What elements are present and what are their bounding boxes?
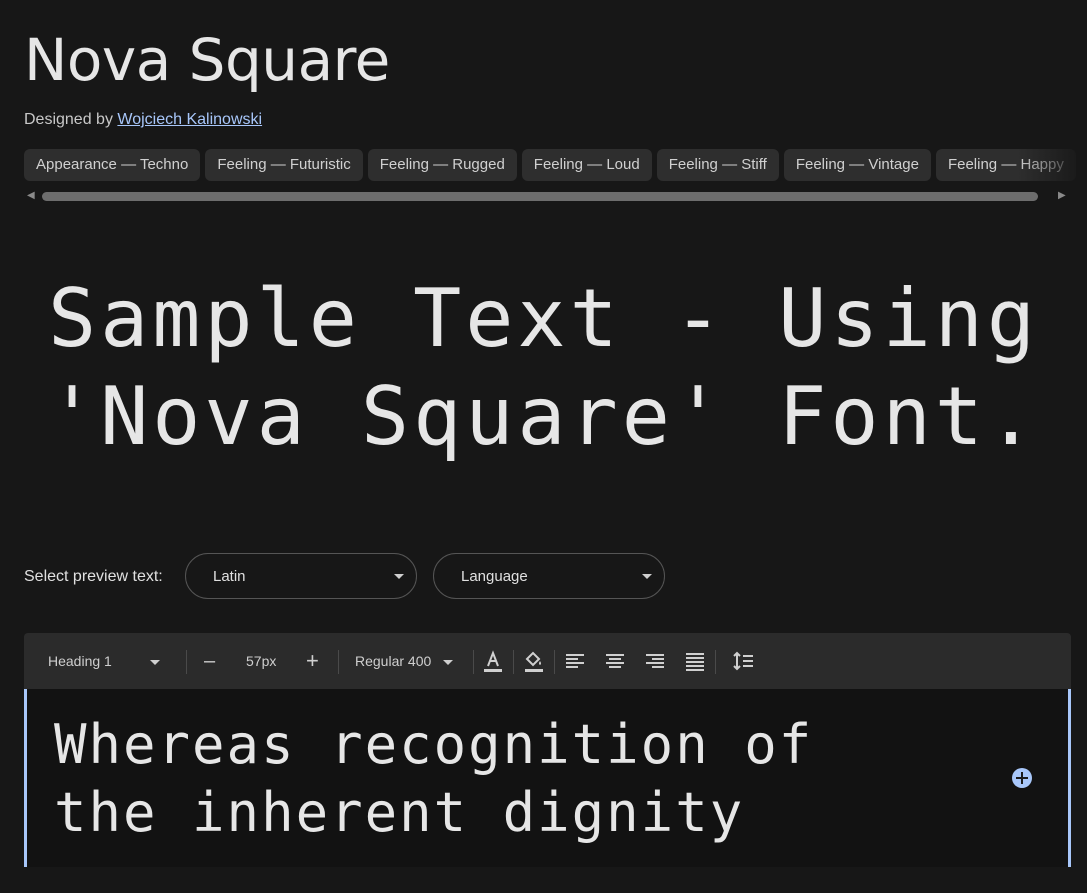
tag-chip[interactable]: Feeling — Vintage: [783, 149, 931, 181]
tag-chip[interactable]: Feeling — Stiff: [656, 149, 779, 181]
weight-select[interactable]: Regular 400: [355, 633, 454, 689]
text-color-icon[interactable]: [482, 649, 504, 673]
line-height-icon[interactable]: [732, 649, 754, 673]
tag-chip[interactable]: Feeling — Futuristic: [205, 149, 363, 181]
decrease-size-button[interactable]: –: [204, 633, 215, 689]
font-title: Nova Square: [24, 26, 390, 94]
tag-list: Appearance — Techno Feeling — Futuristic F…: [24, 149, 1087, 182]
style-select-value: Heading 1: [48, 653, 112, 669]
editor-text[interactable]: Whereas recognition of the inherent dign…: [54, 711, 854, 847]
toolbar-divider: [715, 650, 716, 674]
align-center-icon[interactable]: [604, 649, 626, 673]
tag-fade: [1017, 149, 1087, 182]
chevron-down-icon: [443, 659, 454, 665]
add-icon[interactable]: [1012, 768, 1032, 788]
scroll-right-icon[interactable]: ▶: [1058, 190, 1066, 201]
designer-line: Designed by Wojciech Kalinowski: [24, 111, 262, 129]
toolbar-divider: [186, 650, 187, 674]
language-select[interactable]: Language: [433, 553, 665, 599]
horizontal-scrollbar[interactable]: [42, 192, 1038, 201]
toolbar-divider: [513, 650, 514, 674]
preview-label: Select preview text:: [24, 568, 163, 585]
align-justify-icon[interactable]: [684, 649, 706, 673]
weight-select-value: Regular 400: [355, 653, 432, 669]
font-size-value[interactable]: 57px: [246, 633, 276, 689]
script-select[interactable]: Latin: [185, 553, 417, 599]
preview-editor[interactable]: Whereas recognition of the inherent dign…: [24, 689, 1071, 867]
highlight-color-icon[interactable]: [523, 649, 545, 673]
tag-chip[interactable]: Feeling — Rugged: [367, 149, 517, 181]
tag-chip[interactable]: Appearance — Techno: [24, 149, 201, 181]
toolbar-divider: [554, 650, 555, 674]
script-select-value: Latin: [213, 568, 246, 585]
style-select[interactable]: Heading 1: [48, 633, 188, 689]
align-right-icon[interactable]: [644, 649, 666, 673]
toolbar-divider: [338, 650, 339, 674]
editor-toolbar: Heading 1 – 57px + Regular 400: [24, 633, 1071, 689]
language-select-value: Language: [461, 568, 528, 585]
designer-prefix: Designed by: [24, 111, 113, 128]
scroll-left-icon[interactable]: ◀: [27, 190, 35, 201]
sample-text: Sample Text - Using 'Nova Square' Font.: [47, 272, 1040, 463]
chevron-down-icon: [394, 574, 404, 579]
toolbar-divider: [473, 650, 474, 674]
align-left-icon[interactable]: [564, 649, 586, 673]
chevron-down-icon: [642, 574, 652, 579]
chevron-down-icon: [149, 659, 160, 665]
increase-size-button[interactable]: +: [306, 633, 319, 689]
designer-link[interactable]: Wojciech Kalinowski: [117, 111, 262, 128]
tag-chip[interactable]: Feeling — Loud: [521, 149, 652, 181]
